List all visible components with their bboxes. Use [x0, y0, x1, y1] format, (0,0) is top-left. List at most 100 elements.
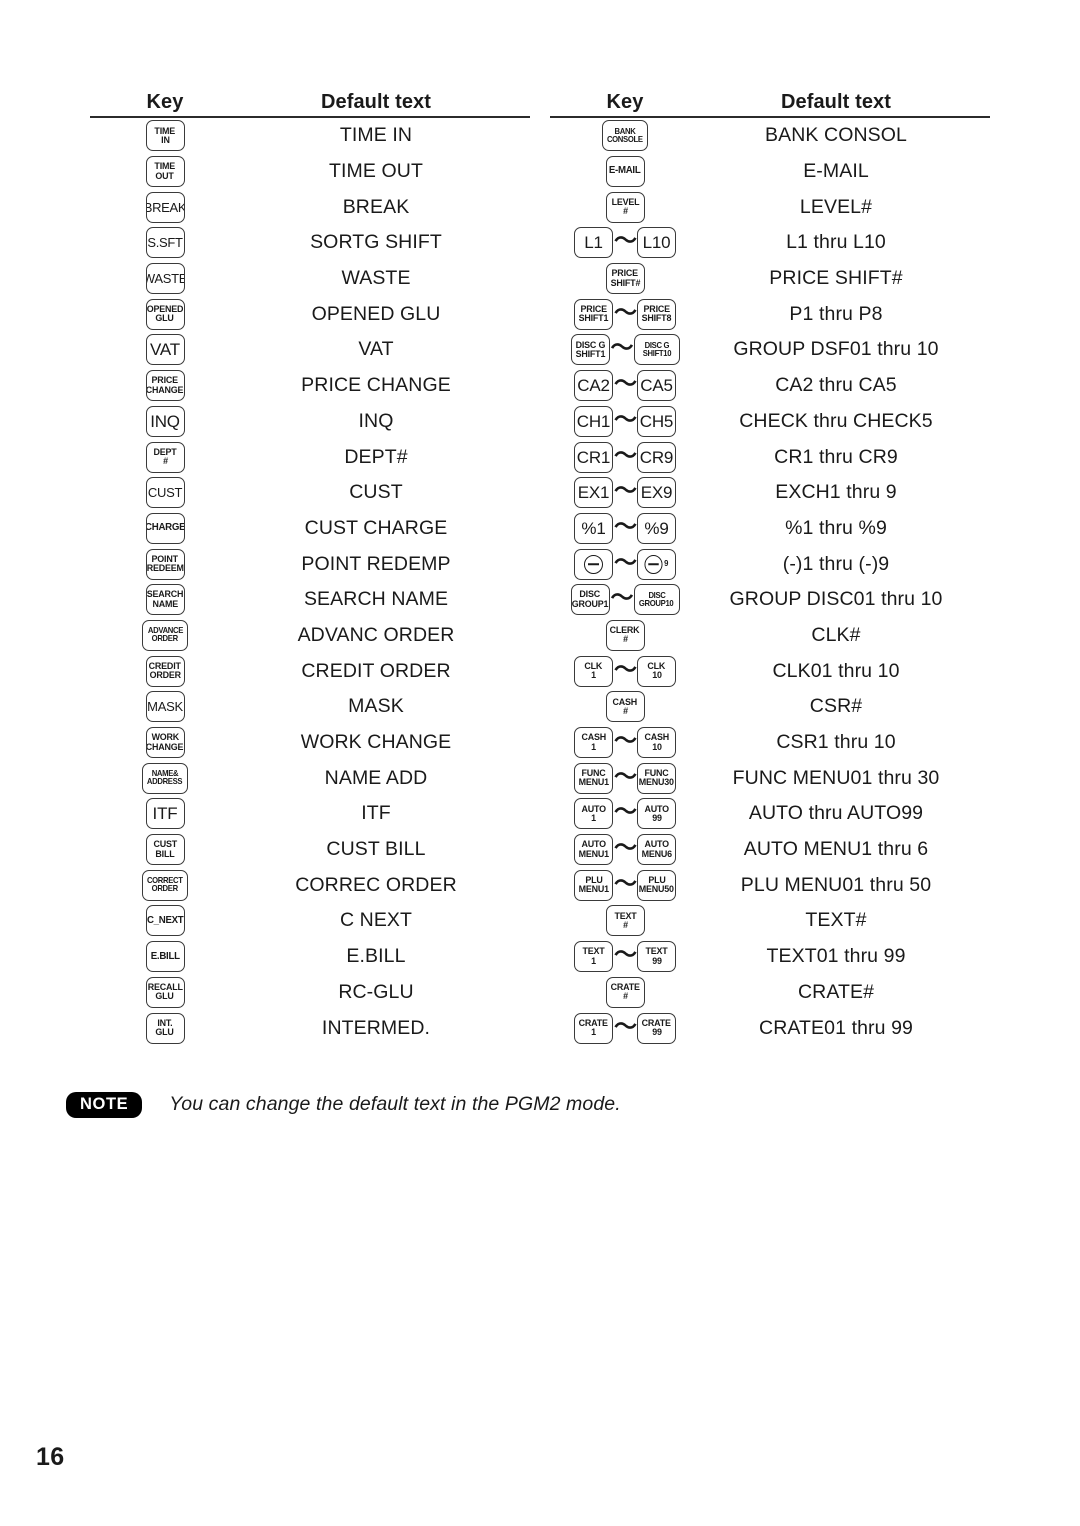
default-text-cell: (-)1 thru (-)9 — [782, 552, 890, 575]
table-row: CHARGE CUST CHARGE — [90, 511, 530, 547]
key-glyph: AUTO 99 — [637, 798, 676, 830]
key-glyph: CORRECT ORDER — [142, 869, 188, 901]
key-glyph-line: CHANGE — [146, 741, 184, 752]
key-glyph-line: MENU50 — [638, 884, 675, 895]
key-glyph-minus-circle — [574, 548, 613, 580]
table-body-left: TIME IN TIME IN TIME OUT TIME OUT BREAK BREAK S.… — [90, 118, 530, 1046]
key-cell: C_NEXT — [90, 905, 240, 937]
default-text-cell: WORK CHANGE — [300, 731, 452, 754]
key-glyph: TEXT # — [605, 905, 645, 937]
range-separator-icon: 〜 — [614, 870, 637, 897]
key-cell: S.SFT — [90, 227, 240, 259]
key-glyph: SEARCH NAME — [145, 584, 185, 616]
key-range: PLU MENU1 〜 PLU MENU50 — [574, 869, 676, 901]
key-cell: PRICE SHIFT# — [550, 263, 700, 295]
key-glyph-line: 99 — [651, 955, 662, 966]
default-text-cell: SORTG SHIFT — [310, 231, 442, 254]
key-glyph: BREAK — [145, 191, 185, 223]
default-text-cell: VAT — [358, 338, 394, 361]
key-glyph-line: MENU1 — [578, 848, 609, 859]
table-row: AUTO MENU1 〜 AUTO MENU6 AUTO MENU1 thru 6 — [550, 832, 990, 868]
note-block: NOTE You can change the default text in … — [66, 1092, 621, 1118]
key-cell: PLU MENU1 〜 PLU MENU50 — [550, 869, 700, 901]
table-row: TEXT # TEXT# — [550, 903, 990, 939]
key-cell: WASTE — [90, 263, 240, 295]
key-glyph-line: ADDRESS — [147, 777, 183, 787]
default-text-cell: P1 thru P8 — [789, 302, 883, 325]
default-text-cell: E-MAIL — [803, 160, 869, 183]
key-glyph-line: GROUP1 — [571, 598, 609, 609]
key-glyph: CHARGE — [145, 512, 185, 544]
key-glyph: WORK CHANGE — [145, 727, 185, 759]
table-body-right: BANK CONSOLE BANK CONSOL E-MAIL E-MAIL LEVEL #… — [550, 118, 990, 1046]
key-glyph: DEPT # — [145, 441, 185, 473]
table-row: PRICE SHIFT# PRICE SHIFT# — [550, 261, 990, 297]
key-glyph-line: # — [622, 705, 628, 716]
minus-circle-icon — [584, 554, 603, 574]
key-cell: AUTO 1 〜 AUTO 99 — [550, 798, 700, 830]
key-glyph: TEXT 1 — [574, 941, 613, 973]
key-glyph-line: 1 — [591, 1027, 596, 1038]
key-glyph-line: E-MAIL — [609, 165, 641, 177]
key-glyph: DISC GROUP1 — [570, 584, 610, 616]
key-range: DISC GROUP1 〜 DISC GROUP10 — [570, 584, 680, 616]
table-row: DEPT # DEPT# — [90, 439, 530, 475]
key-glyph: CA2 — [574, 370, 613, 402]
default-text-cell: CUST CHARGE — [304, 516, 448, 539]
key-cell: OPENED GLU — [90, 298, 240, 330]
key-glyph-line: MENU6 — [641, 848, 672, 859]
default-text-cell: PRICE CHANGE — [301, 374, 451, 397]
key-glyph: CASH # — [605, 691, 645, 723]
key-glyph-line: GLU — [155, 1027, 175, 1038]
key-glyph-line: 1 — [591, 741, 596, 752]
default-text-cell: CLK01 thru 10 — [772, 659, 900, 682]
table-row: INQ INQ — [90, 404, 530, 440]
key-cell: INQ — [90, 405, 240, 437]
table-row: ADVANCE ORDER ADVANC ORDER — [90, 618, 530, 654]
table-row: LEVEL # LEVEL# — [550, 189, 990, 225]
table-row: CRATE 1 〜 CRATE 99 CRATE01 thru 99 — [550, 1010, 990, 1046]
key-cell: CUST BILL — [90, 834, 240, 866]
key-glyph-line: VAT — [150, 340, 180, 360]
key-glyph: AUTO 1 — [574, 798, 613, 830]
key-glyph-line: CR9 — [639, 447, 674, 467]
table-row: OPENED GLU OPENED GLU — [90, 296, 530, 332]
key-glyph: PRICE CHANGE — [145, 370, 185, 402]
key-cell: CORRECT ORDER — [90, 869, 240, 901]
key-glyph: RECALL GLU — [145, 976, 185, 1008]
table-row: DISC GROUP1 〜 DISC GROUP10 GROUP DISC01 thru … — [550, 582, 990, 618]
table-row: PRICE CHANGE PRICE CHANGE — [90, 368, 530, 404]
key-glyph: LEVEL # — [605, 191, 645, 223]
default-text-cell: CORREC ORDER — [295, 873, 457, 896]
key-glyph-line: OUT — [155, 170, 175, 181]
default-text-cell: BANK CONSOL — [765, 124, 907, 147]
key-glyph-line: MENU1 — [578, 884, 609, 895]
key-range: CH1 〜 CH5 — [574, 405, 676, 437]
key-range: L1 〜 L10 — [574, 227, 676, 259]
table-row: CUST BILL CUST BILL — [90, 832, 530, 868]
key-cell: CASH # — [550, 691, 700, 723]
key-cell: %1 〜 %9 — [550, 512, 700, 544]
range-separator-icon: 〜 — [614, 228, 637, 255]
key-glyph: CA5 — [637, 370, 676, 402]
default-text-cell: E.BILL — [346, 945, 406, 968]
key-cell: TIME OUT — [90, 156, 240, 188]
table-row: CA2 〜 CA5 CA2 thru CA5 — [550, 368, 990, 404]
key-range: CA2 〜 CA5 — [574, 370, 676, 402]
default-text-cell: OPENED GLU — [311, 302, 441, 325]
column-header-default-text: Default text — [780, 91, 892, 113]
key-glyph: FUNC MENU1 — [574, 762, 613, 794]
key-glyph-line: MENU30 — [638, 777, 675, 788]
key-cell: TEXT 1 〜 TEXT 99 — [550, 941, 700, 973]
table-row: WORK CHANGE WORK CHANGE — [90, 725, 530, 761]
default-text-cell: %1 thru %9 — [785, 516, 887, 539]
key-cell: POINT REDEEM — [90, 548, 240, 580]
key-table-right: Key Default text BANK CONSOLE BANK CONSOL E… — [550, 84, 990, 1046]
key-table-left: Key Default text TIME IN TIME IN TIME OUT TIM… — [90, 84, 530, 1046]
key-range: PRICE SHIFT1 〜 PRICE SHIFT8 — [574, 298, 676, 330]
key-glyph-line: IN — [160, 134, 170, 145]
key-cell: CUST — [90, 477, 240, 509]
key-glyph: OPENED GLU — [145, 298, 185, 330]
key-cell: ADVANCE ORDER — [90, 619, 240, 651]
key-glyph-minus-circle: 9 — [637, 548, 676, 580]
